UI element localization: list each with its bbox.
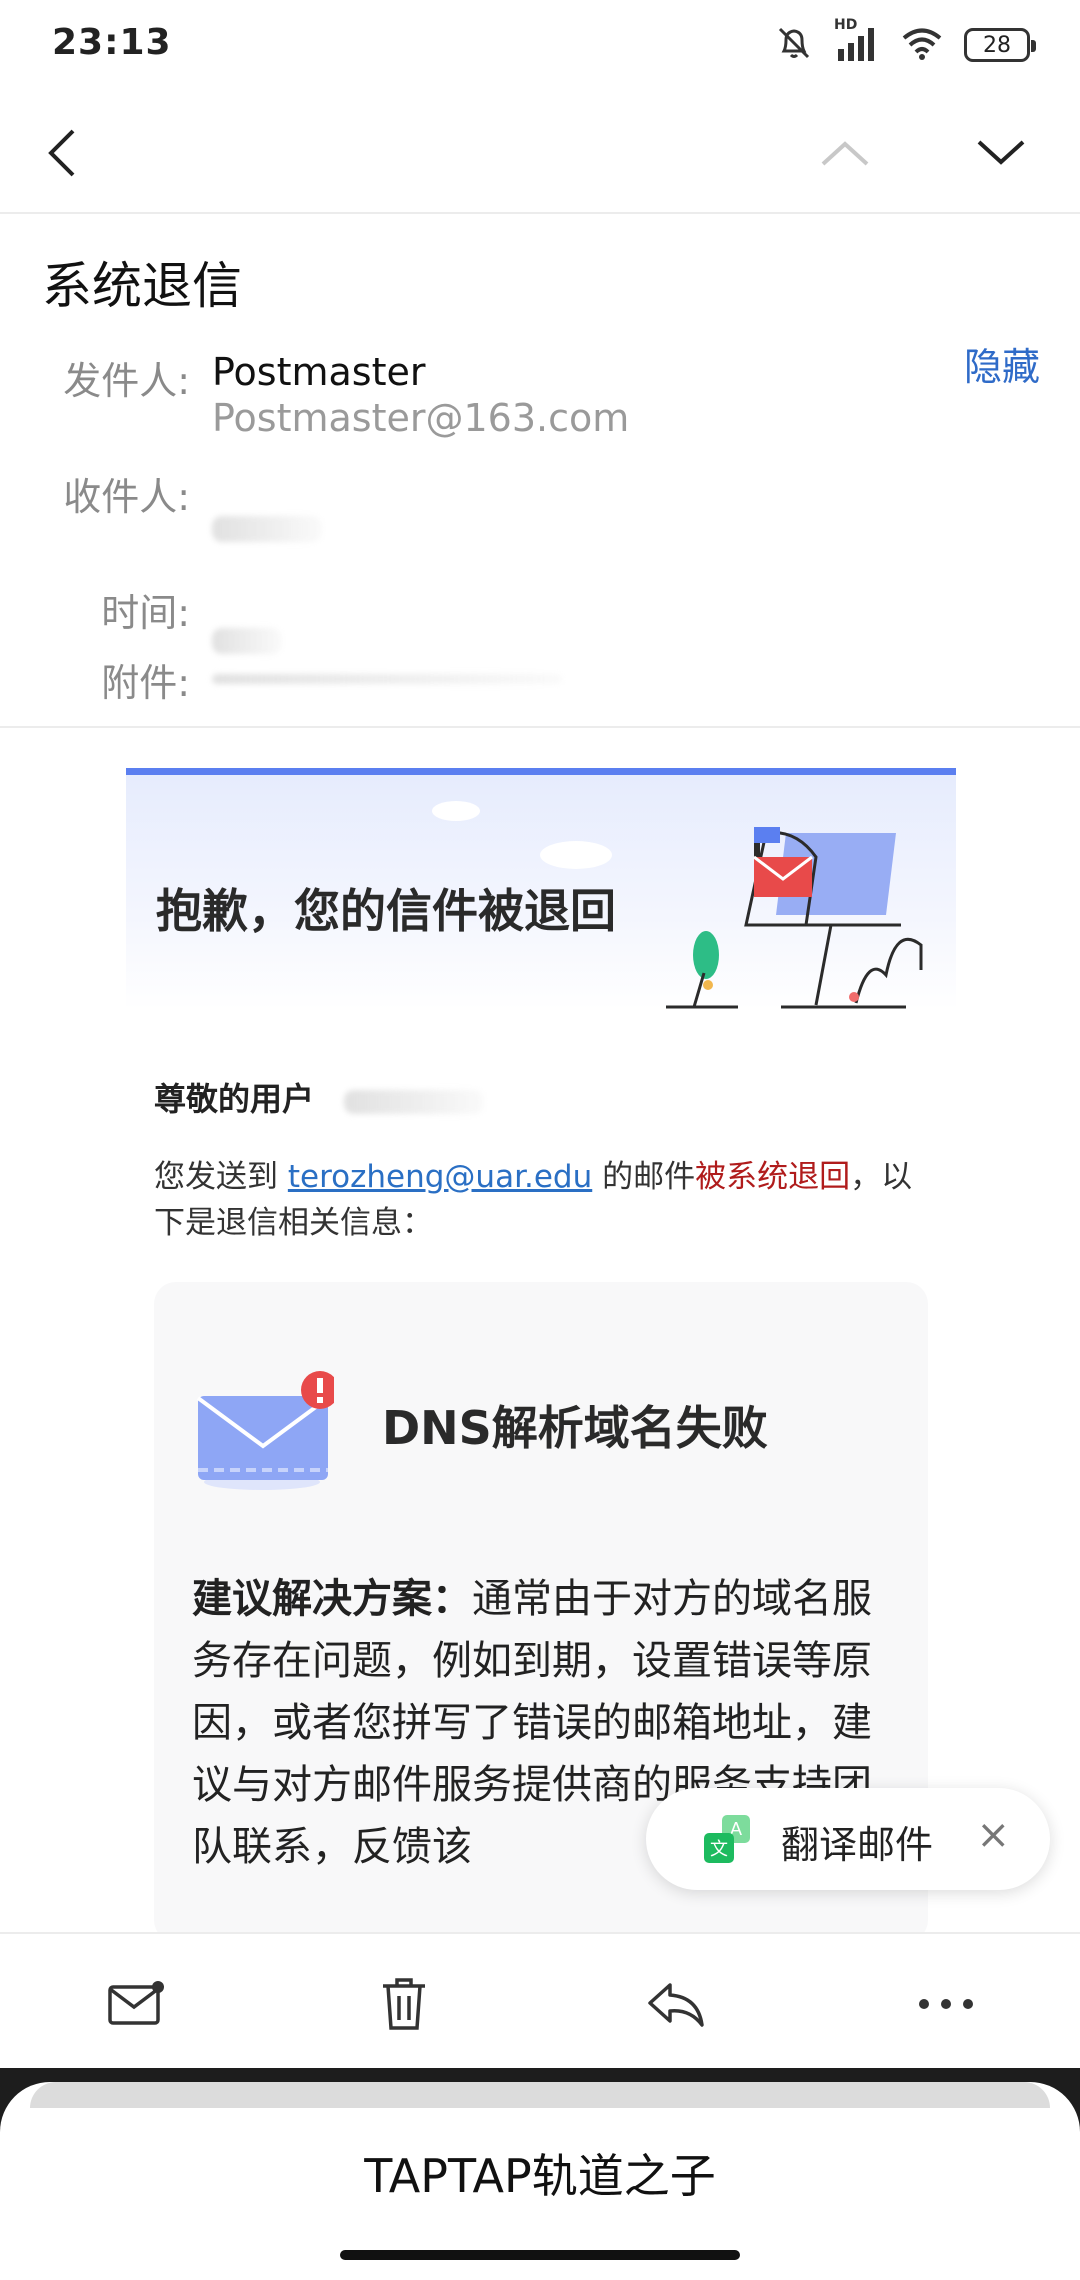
home-indicator[interactable]	[340, 2250, 740, 2260]
header-divider	[0, 726, 1080, 728]
more-options-button[interactable]	[906, 1964, 986, 2044]
bounce-message: 您发送到 terozheng@uar.edu 的邮件被系统退回，以下是退信相关信…	[154, 1154, 934, 1246]
status-bar: 23:13 HD 28	[0, 0, 1080, 90]
time-label: 时间:	[101, 591, 190, 635]
reply-button[interactable]	[636, 1964, 716, 2044]
mark-unread-button[interactable]	[96, 1964, 176, 2044]
status-icons: HD 28	[774, 17, 1036, 67]
delete-button[interactable]	[364, 1964, 444, 2044]
bounced-text: 被系统退回	[695, 1159, 851, 1195]
message-prefix: 您发送到	[154, 1159, 288, 1195]
translate-icon: A 文	[704, 1815, 750, 1863]
wifi-icon	[900, 23, 944, 67]
translate-label: 翻译邮件	[781, 1823, 934, 1867]
redacted-time	[212, 628, 282, 654]
recipient-link[interactable]: terozheng@uar.edu	[288, 1159, 592, 1195]
previous-email-button[interactable]	[810, 118, 880, 188]
translate-email-pill[interactable]: A 文 翻译邮件 ×	[646, 1788, 1050, 1890]
from-label: 发件人:	[63, 359, 190, 403]
bottom-toolbar	[0, 1932, 1080, 2068]
trash-icon	[383, 1978, 425, 2030]
envelope-error-icon	[196, 1371, 334, 1490]
chevron-left-icon	[48, 129, 75, 177]
suggestion-label: 建议解决方案：	[192, 1576, 472, 1622]
status-time: 23:13	[52, 22, 172, 63]
error-title: DNS解析域名失败	[382, 1401, 768, 1455]
signal-icon: HD	[834, 17, 880, 67]
close-translate-button[interactable]: ×	[976, 1812, 1010, 1858]
sender-address[interactable]: Postmaster@163.com	[212, 396, 629, 440]
top-navigation	[0, 90, 1080, 214]
reply-icon	[648, 1983, 704, 2027]
battery-level: 28	[983, 32, 1011, 58]
sheet-handle[interactable]	[30, 2082, 1050, 2108]
svg-text:文: 文	[710, 1839, 728, 1860]
attachment-label: 附件:	[101, 661, 190, 705]
more-icon	[919, 1999, 973, 2009]
back-button[interactable]	[28, 118, 98, 188]
redacted-username	[344, 1090, 484, 1114]
next-email-button[interactable]	[966, 118, 1036, 188]
chevron-up-icon	[821, 141, 869, 166]
sender-name[interactable]: Postmaster	[212, 350, 426, 394]
redacted-recipient	[212, 516, 322, 542]
message-mid: 的邮件	[592, 1159, 696, 1195]
network-label: HD	[834, 17, 858, 33]
to-label: 收件人:	[63, 475, 190, 519]
email-subject: 系统退信	[42, 257, 242, 315]
mailbox-illustration	[432, 801, 923, 1009]
chevron-down-icon	[977, 140, 1025, 165]
sheet-title: TAPTAP轨道之子	[364, 2149, 716, 2203]
greeting: 尊敬的用户	[154, 1080, 315, 1118]
bounce-banner: 抱歉，您的信件被退回	[126, 768, 956, 1010]
battery-icon: 28	[964, 28, 1036, 62]
mail-unread-icon	[108, 1981, 164, 2025]
redacted-attachment	[212, 674, 562, 684]
hide-details-link[interactable]: 隐藏	[964, 336, 1040, 391]
mute-icon	[774, 23, 814, 67]
